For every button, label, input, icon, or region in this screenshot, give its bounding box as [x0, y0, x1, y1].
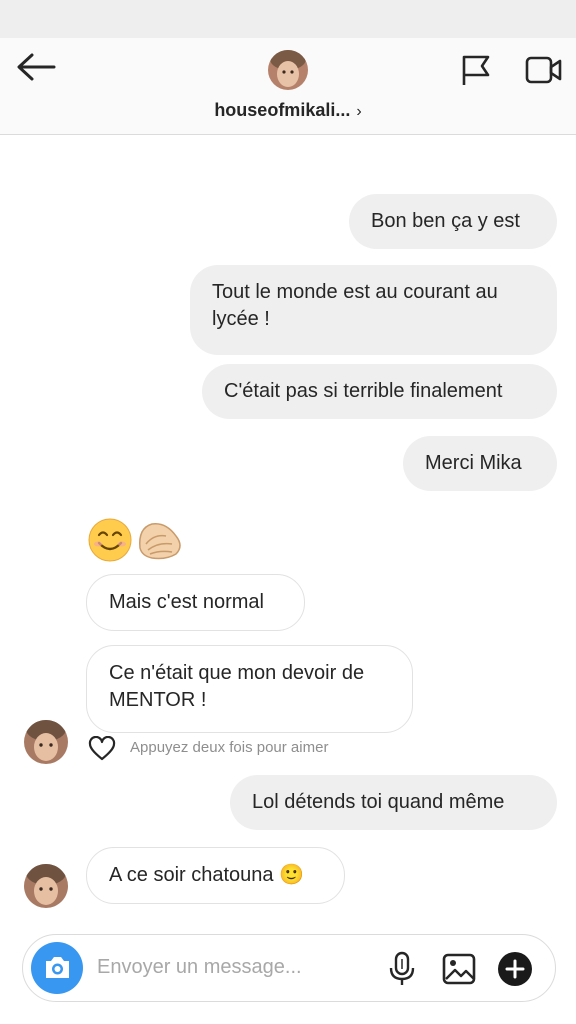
avatar[interactable]: [24, 864, 68, 908]
message-composer: Envoyer un message...: [22, 934, 556, 1002]
message-text: A ce soir chatouna 🙂: [109, 864, 305, 886]
message-text: Mais c'est normal: [109, 591, 264, 613]
gallery-icon[interactable]: [441, 951, 477, 987]
emoji-message[interactable]: [88, 514, 188, 564]
outgoing-message[interactable]: Merci Mika: [403, 436, 557, 491]
username-text: houseofmikali...: [214, 100, 351, 120]
avatar[interactable]: [268, 50, 308, 90]
back-arrow-icon[interactable]: [14, 50, 58, 86]
outgoing-message[interactable]: C'était pas si terrible finalement: [202, 364, 557, 419]
message-text: Bon ben ça y est: [371, 210, 520, 232]
smiling-face-emoji: [88, 518, 132, 562]
outgoing-message[interactable]: Lol détends toi quand même: [230, 775, 557, 830]
message-text: Lol détends toi quand même: [252, 791, 505, 813]
message-input[interactable]: Envoyer un message...: [97, 956, 302, 979]
outgoing-message[interactable]: Bon ben ça y est: [349, 194, 557, 249]
status-bar: [0, 0, 576, 38]
conversation-username[interactable]: houseofmikali... ›: [0, 100, 576, 121]
video-call-icon[interactable]: [524, 52, 564, 88]
clapping-hands-emoji: [139, 523, 181, 560]
heart-icon[interactable]: [88, 735, 116, 762]
plus-icon[interactable]: [497, 951, 533, 987]
incoming-message[interactable]: Ce n'était que mon devoir de MENTOR !: [86, 645, 413, 733]
message-text: Ce n'était que mon devoir de MENTOR !: [109, 662, 365, 711]
conversation-header: houseofmikali... ›: [0, 38, 576, 135]
like-hint-row: Appuyez deux fois pour aimer: [88, 734, 388, 764]
incoming-message[interactable]: Mais c'est normal: [86, 574, 305, 631]
microphone-icon[interactable]: [387, 951, 417, 987]
flag-icon[interactable]: [458, 52, 494, 88]
incoming-message[interactable]: A ce soir chatouna 🙂: [86, 847, 345, 904]
message-text: Tout le monde est au courant au lycée !: [212, 281, 498, 330]
avatar[interactable]: [24, 720, 68, 764]
message-text: Merci Mika: [425, 452, 522, 474]
camera-icon[interactable]: [31, 942, 83, 994]
chevron-right-icon: ›: [356, 103, 362, 120]
like-hint-text: Appuyez deux fois pour aimer: [130, 739, 329, 756]
message-text: C'était pas si terrible finalement: [224, 380, 503, 402]
outgoing-message[interactable]: Tout le monde est au courant au lycée !: [190, 265, 557, 355]
